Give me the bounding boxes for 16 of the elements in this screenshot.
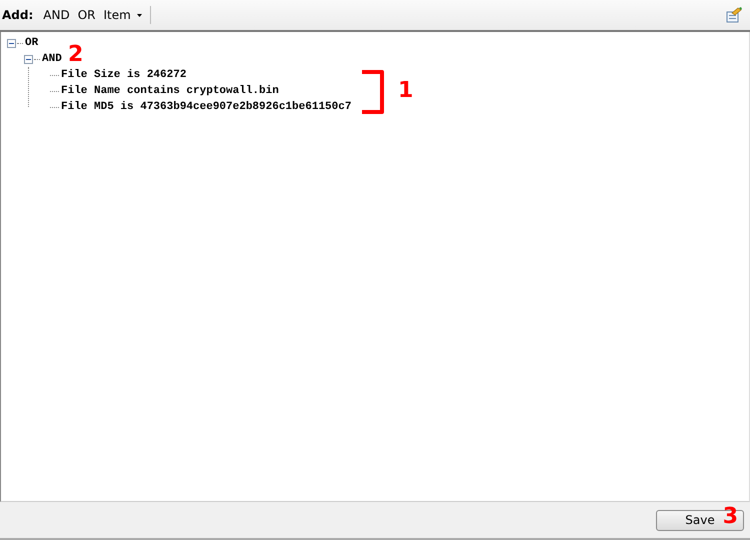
tree-node[interactable]: AND bbox=[42, 53, 62, 65]
toolbar-label: Add: bbox=[2, 8, 34, 22]
edit-form-icon[interactable] bbox=[726, 7, 742, 23]
tree-node[interactable]: OR bbox=[25, 37, 38, 49]
caret-icon bbox=[136, 14, 142, 16]
tree-node[interactable]: File Size is 246272 bbox=[61, 69, 186, 81]
collapse-toggle[interactable] bbox=[7, 38, 16, 48]
annotation-number: 2 bbox=[68, 44, 84, 66]
bracket-annotation bbox=[360, 69, 386, 115]
toolbar-dropdown[interactable]: Item bbox=[100, 8, 146, 22]
tree-node[interactable]: File MD5 is 47363b94cee907e2b8926c1be61150c7 bbox=[61, 101, 352, 113]
annotation-number: 1 bbox=[398, 80, 414, 102]
toolbar-button[interactable]: AND bbox=[39, 8, 74, 22]
toolbar-button[interactable]: OR bbox=[74, 8, 100, 22]
collapse-toggle[interactable] bbox=[24, 54, 33, 64]
tree-node[interactable]: File Name contains cryptowall.bin bbox=[61, 85, 279, 97]
